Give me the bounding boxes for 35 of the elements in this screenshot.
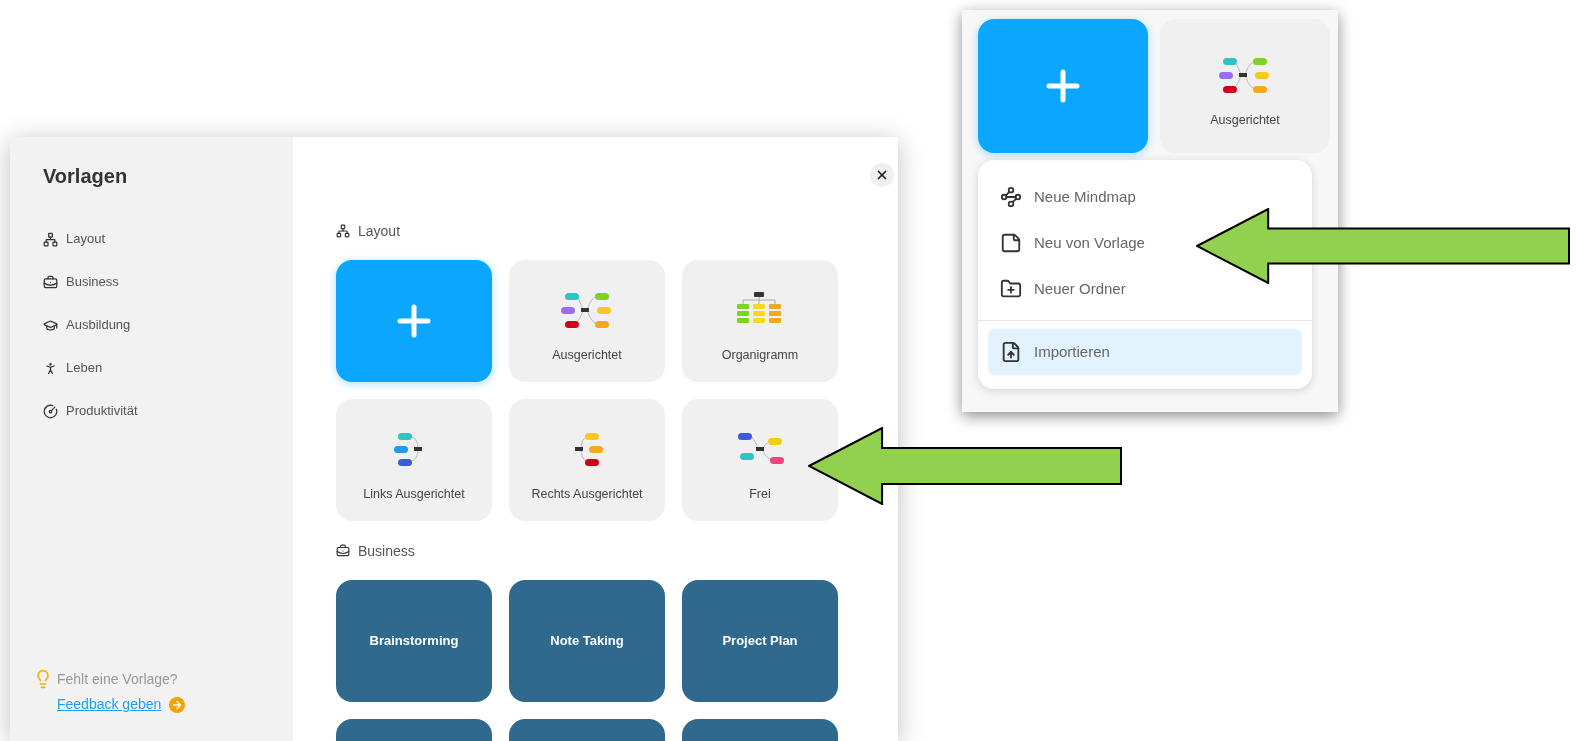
category-link[interactable]: Leben <box>43 357 293 379</box>
template-card[interactable]: Frei <box>682 399 838 521</box>
template-card[interactable]: Ausgerichtet <box>1160 19 1330 153</box>
gauge-icon <box>43 403 58 419</box>
menu-item[interactable]: Importieren <box>988 329 1302 375</box>
briefcase-icon <box>336 544 350 558</box>
graduation-cap-icon <box>43 317 58 333</box>
template-card[interactable]: Rechts Ausgerichtet <box>509 399 665 521</box>
hint-text: Fehlt eine Vorlage? <box>57 670 179 689</box>
close-button[interactable] <box>870 163 894 187</box>
briefcase-icon <box>43 274 58 290</box>
folder-plus-icon <box>1000 278 1022 300</box>
category-link[interactable]: Ausbildung <box>43 314 293 336</box>
photo-template-card[interactable]: Project Plan <box>682 580 838 702</box>
category-link[interactable]: Business <box>43 271 293 293</box>
new-mindmap-button[interactable] <box>978 19 1148 153</box>
arrow-right-icon <box>169 696 186 713</box>
person-icon <box>43 360 58 376</box>
photo-template-card[interactable]: Note Taking <box>509 580 665 702</box>
sitemap-icon <box>43 231 58 247</box>
file-upload-icon <box>1000 341 1022 363</box>
dialog-title: Vorlagen <box>43 164 129 189</box>
template-card[interactable]: Ausgerichtet <box>509 260 665 382</box>
template-card[interactable]: Links Ausgerichtet <box>336 399 492 521</box>
section-heading: Layout <box>358 221 401 241</box>
photo-template-card[interactable]: Brainstorming <box>336 580 492 702</box>
close-icon <box>875 168 889 182</box>
sitemap-icon <box>336 224 350 238</box>
mindmap-icon <box>1000 186 1022 208</box>
new-mindmap-button[interactable] <box>336 260 492 382</box>
category-link[interactable]: Produktivität <box>43 400 293 422</box>
template-card[interactable]: Organigramm <box>682 260 838 382</box>
document-icon <box>1000 232 1022 254</box>
section-heading: Business <box>358 541 415 561</box>
category-link[interactable]: Layout <box>43 228 293 250</box>
